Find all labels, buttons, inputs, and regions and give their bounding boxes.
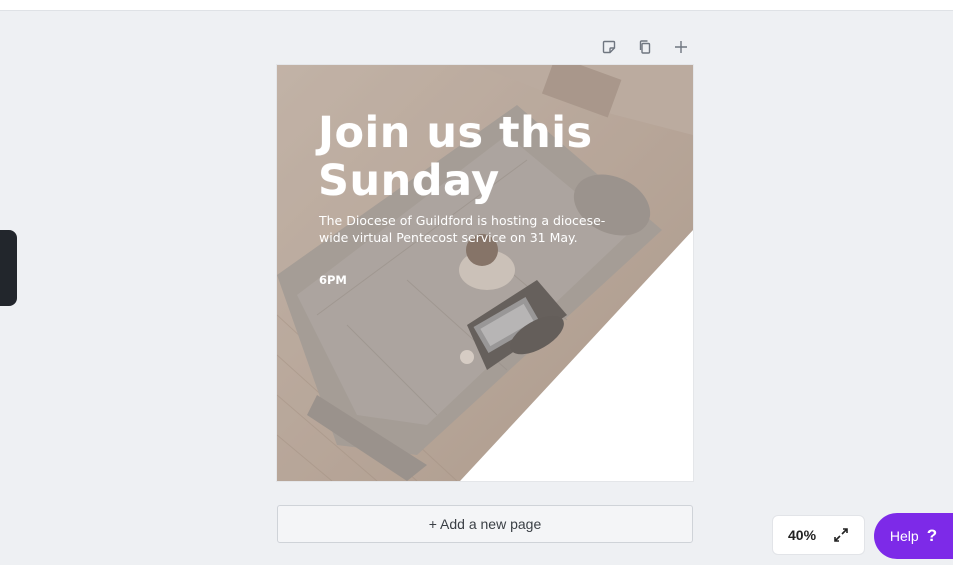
help-label: Help	[889, 528, 919, 544]
zoom-control[interactable]: 40%	[772, 515, 865, 555]
side-panel-toggle[interactable]	[0, 230, 17, 306]
design-headline[interactable]: Join us this Sunday	[318, 109, 658, 205]
duplicate-icon	[639, 40, 651, 54]
add-note-button[interactable]	[598, 36, 620, 58]
top-bar-edge	[0, 0, 953, 11]
add-page-plus-button[interactable]	[670, 36, 692, 58]
design-time[interactable]: 6PM	[319, 273, 347, 287]
headline-line-1: Join us this	[318, 108, 593, 158]
duplicate-page-button[interactable]	[634, 36, 656, 58]
add-new-page-button[interactable]: + Add a new page	[277, 505, 693, 543]
help-button[interactable]: Help ?	[874, 513, 953, 559]
add-icon	[675, 41, 687, 53]
zoom-level[interactable]: 40%	[788, 527, 816, 543]
design-canvas-page[interactable]: Join us this Sunday The Diocese of Guild…	[277, 65, 693, 481]
design-subtext[interactable]: The Diocese of Guildford is hosting a di…	[319, 212, 619, 246]
headline-line-2: Sunday	[318, 156, 500, 206]
question-icon: ?	[926, 526, 938, 545]
page-toolbar	[598, 36, 692, 58]
note-icon	[602, 40, 616, 54]
fullscreen-expand-icon[interactable]	[832, 526, 850, 544]
